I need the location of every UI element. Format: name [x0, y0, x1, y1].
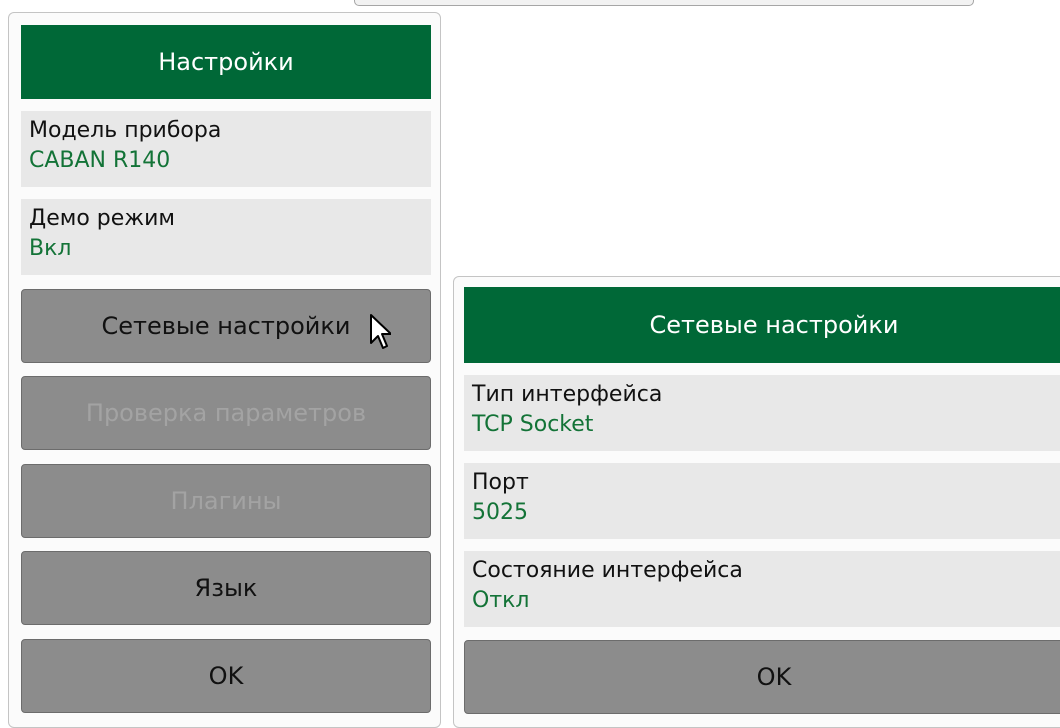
device-model-field[interactable]: Модель прибора CABAN R140 [21, 111, 431, 187]
network-settings-header: Сетевые настройки [464, 287, 1060, 363]
device-model-label: Модель прибора [29, 118, 222, 143]
language-button[interactable]: Язык [21, 551, 431, 625]
interface-state-value: Откл [472, 588, 530, 613]
interface-state-field[interactable]: Состояние интерфейса Откл [464, 551, 1060, 627]
demo-mode-label: Демо режим [29, 206, 175, 231]
mouse-pointer-icon [370, 314, 391, 349]
plugins-button[interactable]: Плагины [21, 464, 431, 538]
network-settings-button-label: Сетевые настройки [101, 312, 351, 340]
device-model-value: CABAN R140 [29, 148, 171, 173]
port-field[interactable]: Порт 5025 [464, 463, 1060, 539]
demo-mode-field[interactable]: Демо режим Вкл [21, 199, 431, 275]
interface-state-label: Состояние интерфейса [472, 558, 743, 583]
interface-type-value: TCP Socket [472, 412, 594, 437]
settings-title: Настройки [158, 48, 294, 76]
port-label: Порт [472, 470, 529, 495]
port-value: 5025 [472, 500, 528, 525]
interface-type-label: Тип интерфейса [472, 382, 663, 407]
interface-type-field[interactable]: Тип интерфейса TCP Socket [464, 375, 1060, 451]
network-ok-button-label: OK [756, 663, 792, 691]
demo-mode-value: Вкл [29, 236, 72, 261]
parameter-check-button[interactable]: Проверка параметров [21, 376, 431, 450]
network-ok-button[interactable]: OK [464, 640, 1060, 714]
settings-header: Настройки [21, 25, 431, 99]
settings-ok-button[interactable]: OK [21, 639, 431, 713]
settings-panel: Настройки Модель прибора CABAN R140 Демо… [8, 12, 441, 728]
settings-ok-button-label: OK [208, 662, 244, 690]
network-settings-panel: Сетевые настройки Тип интерфейса TCP Soc… [453, 276, 1060, 728]
parameter-check-button-label: Проверка параметров [85, 399, 367, 427]
plugins-button-label: Плагины [170, 487, 282, 515]
background-window-edge [354, 0, 974, 6]
network-settings-title: Сетевые настройки [649, 311, 899, 339]
language-button-label: Язык [194, 574, 258, 602]
